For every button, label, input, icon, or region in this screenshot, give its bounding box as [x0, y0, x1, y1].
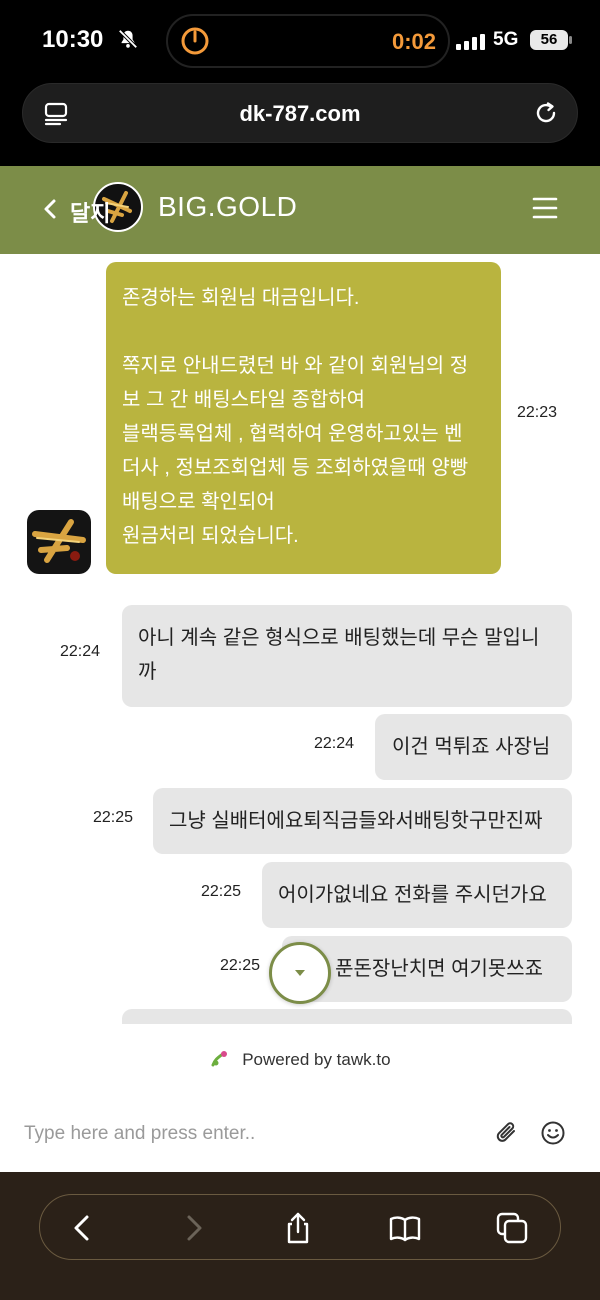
signal-icon: [456, 34, 485, 50]
message-line: [122, 315, 485, 349]
message-line: 까: [138, 661, 157, 683]
timer-text: 0:02: [391, 29, 436, 54]
tawk-icon: [211, 1051, 228, 1067]
forward-arrow-icon[interactable]: [176, 1211, 210, 1245]
message-line: 아니 계속 같은 형식으로 배팅했는데 무슨 말입니: [138, 627, 540, 649]
dynamic-island: 0:02: [166, 14, 450, 68]
user-message: 이건 먹튀죠 사장님: [375, 714, 572, 780]
address-bar[interactable]: dk-787.com: [22, 83, 578, 143]
chat-footer: Powered by tawk.to: [0, 1024, 600, 1172]
powered-by[interactable]: Powered by tawk.to: [0, 1049, 600, 1070]
message-time: 22:25: [93, 809, 134, 826]
user-message-partial: [122, 1009, 572, 1024]
bell-slash-icon: [118, 29, 138, 49]
battery-icon: 56: [530, 30, 568, 50]
message-time: 22:24: [60, 643, 101, 660]
message-line: 쪽지로 안내드렸던 바 와 같이 회원님의 정: [122, 355, 469, 377]
browser-address-area: dk-787.com: [0, 80, 600, 166]
message-line: 이건 먹튀죠 사장님: [392, 736, 551, 758]
message-line: 보 그 간 배팅스타일 종합하여: [122, 389, 366, 411]
chat-header: 달지 BIG.GOLD: [0, 166, 600, 254]
back-arrow-icon[interactable]: [66, 1211, 100, 1245]
powered-by-text[interactable]: Powered by tawk.to: [242, 1050, 390, 1069]
user-message: 그냥 실배터에요퇴직금들와서배팅핫구만진짜: [153, 788, 572, 854]
browser-toolbar: [0, 1172, 600, 1300]
paperclip-icon[interactable]: [494, 1120, 520, 1146]
message-input[interactable]: [24, 1118, 474, 1150]
chevron-down-icon: [295, 970, 305, 976]
message-line: 어이가없네요 전화를 주시던가요: [278, 884, 547, 906]
brand-name: BIG.GOLD: [158, 191, 298, 222]
message-line: 원금처리 되었습니다.: [122, 525, 299, 547]
back-icon[interactable]: [42, 197, 58, 221]
logo: 달지: [70, 182, 143, 232]
agent-message: 존경하는 회원님 대금입니다. 쪽지로 안내드렸던 바 와 같이 회원님의 정 …: [106, 262, 501, 574]
agent-avatar: [27, 510, 91, 574]
bookmarks-icon[interactable]: [388, 1211, 422, 1245]
battery-cap: [569, 36, 572, 44]
tabs-icon[interactable]: [495, 1211, 529, 1245]
message-time: 22:25: [201, 883, 242, 900]
emoji-icon[interactable]: [540, 1120, 566, 1146]
message-time: 22:25: [220, 957, 261, 974]
user-message: 어이가없네요 전화를 주시던가요: [262, 862, 572, 928]
user-message: 아니 계속 같은 형식으로 배팅했는데 무슨 말입니 까: [122, 605, 572, 707]
toolbar-pill: [39, 1194, 561, 1260]
status-bar: 10:30 0:02 5G 56: [0, 0, 600, 80]
message-time: 22:24: [314, 735, 355, 752]
chat-messages[interactable]: 존경하는 회원님 대금입니다. 쪽지로 안내드렸던 바 와 같이 회원님의 정 …: [0, 254, 600, 1024]
message-line: 존경하는 회원님 대금입니다.: [122, 287, 360, 309]
network-type: 5G: [493, 29, 519, 50]
share-icon[interactable]: [281, 1211, 315, 1245]
message-line: 더사 , 정보조회업체 등 조회하였을때 양빵: [122, 457, 469, 479]
scroll-to-bottom-button[interactable]: [269, 942, 331, 1004]
reload-icon[interactable]: [533, 100, 559, 126]
message-line: 블랙등록업체 , 협력하여 운영하고있는 벤: [122, 423, 463, 445]
message-line: 배팅으로 확인되어: [122, 491, 275, 513]
message-line: 그냥 실배터에요퇴직금들와서배팅핫구만진짜: [169, 810, 543, 832]
menu-icon[interactable]: [532, 196, 558, 220]
timer-icon: [181, 27, 209, 55]
message-time: 22:23: [517, 404, 558, 421]
logo-text: 달지: [70, 202, 110, 227]
message-line: ! 푼돈장난치면 여기못쓰죠: [324, 958, 544, 980]
url-text[interactable]: dk-787.com: [23, 101, 577, 127]
battery-level: 56: [540, 31, 558, 48]
status-time: 10:30: [42, 26, 104, 53]
